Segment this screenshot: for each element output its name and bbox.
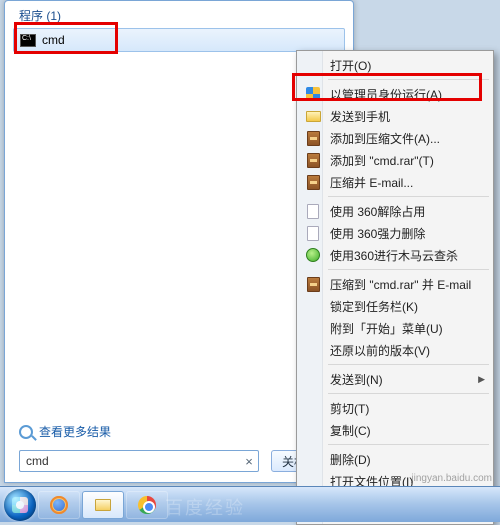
menu-separator bbox=[328, 269, 489, 270]
menu-item[interactable]: 使用 360解除占用 bbox=[300, 200, 491, 222]
menu-item-label: 还原以前的版本(V) bbox=[330, 342, 430, 359]
menu-item[interactable]: 还原以前的版本(V) bbox=[300, 339, 491, 361]
taskbar-button-firefox[interactable] bbox=[38, 491, 80, 519]
search-icon bbox=[19, 425, 33, 439]
taskbar-button-chrome[interactable] bbox=[126, 491, 168, 519]
program-label: cmd bbox=[42, 33, 65, 47]
menu-item[interactable]: 删除(D) bbox=[300, 448, 491, 470]
360g-icon bbox=[305, 247, 321, 263]
see-more-label: 查看更多结果 bbox=[39, 423, 111, 440]
menu-separator bbox=[328, 393, 489, 394]
program-item-cmd[interactable]: cmd bbox=[13, 28, 345, 52]
rar-icon bbox=[305, 130, 321, 146]
menu-item[interactable]: 添加到 "cmd.rar"(T) bbox=[300, 149, 491, 171]
menu-item-label: 删除(D) bbox=[330, 451, 371, 468]
chrome-icon bbox=[138, 496, 156, 514]
menu-item-label: 发送到(N) bbox=[330, 371, 383, 388]
folder-icon bbox=[305, 108, 321, 124]
menu-item-label: 锁定到任务栏(K) bbox=[330, 298, 418, 315]
rar-icon bbox=[305, 174, 321, 190]
credit-text: jingyan.baidu.com bbox=[411, 473, 492, 484]
menu-item[interactable]: 使用360进行木马云查杀 bbox=[300, 244, 491, 266]
taskbar-button-explorer[interactable] bbox=[82, 491, 124, 519]
context-menu: 打开(O) 以管理员身份运行(A) 发送到手机添加到压缩文件(A)... 添加到 "c… bbox=[296, 50, 494, 525]
menu-item[interactable]: 压缩到 "cmd.rar" 并 E-mail bbox=[300, 273, 491, 295]
rar-icon bbox=[305, 276, 321, 292]
taskbar bbox=[0, 486, 500, 522]
menu-separator bbox=[328, 364, 489, 365]
menu-item-label: 打开(O) bbox=[330, 57, 371, 74]
menu-item[interactable]: 附到「开始」菜单(U) bbox=[300, 317, 491, 339]
firefox-icon bbox=[50, 496, 68, 514]
menu-item[interactable]: 发送到(N) ▶ bbox=[300, 368, 491, 390]
menu-item[interactable]: 锁定到任务栏(K) bbox=[300, 295, 491, 317]
menu-separator bbox=[328, 444, 489, 445]
menu-item-label: 添加到压缩文件(A)... bbox=[330, 130, 440, 147]
menu-item[interactable]: 添加到压缩文件(A)... bbox=[300, 127, 491, 149]
menu-item-label: 使用 360解除占用 bbox=[330, 203, 425, 220]
menu-item[interactable]: 复制(C) bbox=[300, 419, 491, 441]
menu-item-label: 压缩并 E-mail... bbox=[330, 174, 413, 191]
menu-item[interactable]: 打开(O) bbox=[300, 54, 491, 76]
menu-separator bbox=[328, 79, 489, 80]
menu-item[interactable]: 使用 360强力删除 bbox=[300, 222, 491, 244]
menu-item-label: 使用 360强力删除 bbox=[330, 225, 425, 242]
clear-search-icon[interactable]: × bbox=[240, 454, 258, 469]
results-header: 程序 (1) bbox=[5, 1, 353, 26]
menu-item[interactable]: 压缩并 E-mail... bbox=[300, 171, 491, 193]
search-box[interactable]: × bbox=[19, 450, 259, 472]
see-more-results[interactable]: 查看更多结果 bbox=[19, 423, 111, 440]
explorer-icon bbox=[95, 499, 111, 511]
start-orb[interactable] bbox=[4, 489, 36, 521]
menu-item[interactable]: 发送到手机 bbox=[300, 105, 491, 127]
menu-item[interactable]: 剪切(T) bbox=[300, 397, 491, 419]
menu-item-label: 剪切(T) bbox=[330, 400, 369, 417]
doc-icon bbox=[305, 203, 321, 219]
menu-item-label: 使用360进行木马云查杀 bbox=[330, 247, 458, 264]
menu-item[interactable]: 以管理员身份运行(A) bbox=[300, 83, 491, 105]
menu-separator bbox=[328, 196, 489, 197]
menu-item-label: 附到「开始」菜单(U) bbox=[330, 320, 443, 337]
doc-icon bbox=[305, 225, 321, 241]
rar-icon bbox=[305, 152, 321, 168]
shield-icon bbox=[305, 86, 321, 102]
submenu-arrow-icon: ▶ bbox=[478, 374, 491, 385]
menu-item-label: 复制(C) bbox=[330, 422, 371, 439]
menu-item-label: 以管理员身份运行(A) bbox=[330, 86, 442, 103]
cmd-icon bbox=[20, 34, 36, 47]
search-input[interactable] bbox=[20, 454, 240, 468]
menu-item-label: 添加到 "cmd.rar"(T) bbox=[330, 152, 434, 169]
menu-item-label: 压缩到 "cmd.rar" 并 E-mail bbox=[330, 276, 471, 293]
menu-item-label: 发送到手机 bbox=[330, 108, 390, 125]
